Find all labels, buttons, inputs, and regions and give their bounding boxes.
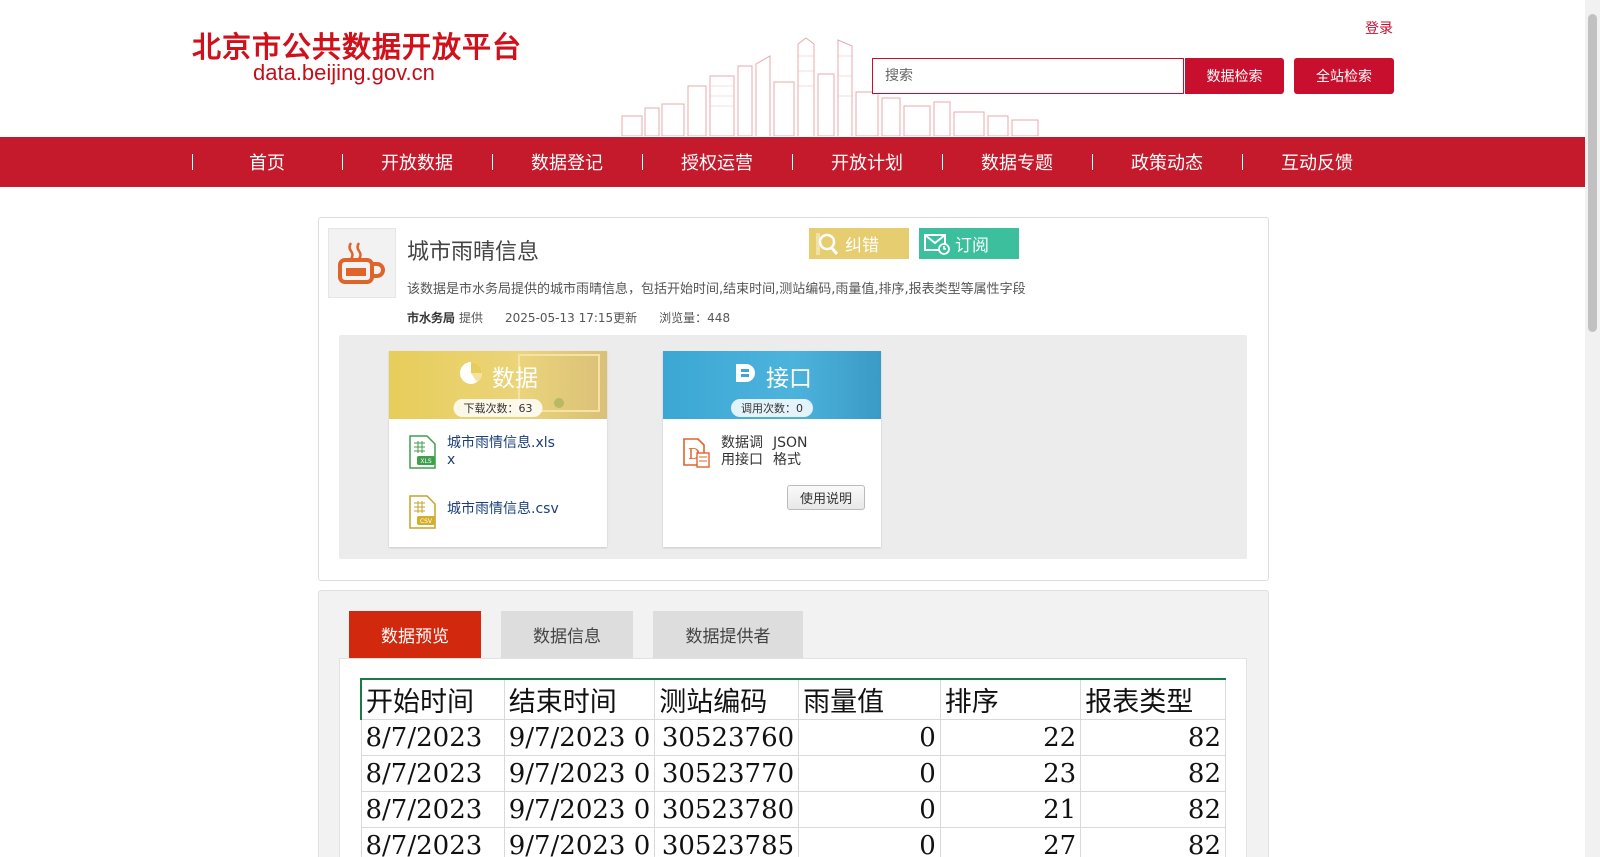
api-document-icon: D [681,437,713,473]
tab-data-preview[interactable]: 数据预览 [349,611,481,658]
table-cell: 8/7/2023 [360,791,505,828]
table-cell: 0 [798,791,941,828]
table-cell: 30523760 [654,719,800,756]
table-cell: 0 [798,719,941,756]
column-header: 开始时间 [360,678,505,720]
nav-item-feedback[interactable]: 互动反馈 [1242,137,1392,187]
nav-item-data-registration[interactable]: 数据登记 [492,137,642,187]
table-cell: 30523770 [654,755,800,792]
tab-data-info[interactable]: 数据信息 [501,611,633,658]
table-row: 8/7/2023 9/7/2023 0 30523770 0 23 82 [360,755,1226,792]
file-link-csv[interactable]: 城市雨情信息.csv [447,501,567,518]
coffee-cup-icon [328,228,396,298]
table-cell: 0 [798,827,941,857]
mail-icon [919,233,955,255]
dataset-meta: 市水务局 提供 2025-05-13 17:15更新 浏览量：448 [407,309,730,326]
table-cell: 82 [1080,791,1226,828]
scrollbar-thumb[interactable] [1588,14,1597,332]
pie-chart-icon [458,360,484,392]
table-cell: 8/7/2023 [360,827,505,857]
correct-button[interactable]: 纠错 [809,228,909,259]
api-plug-icon [732,360,758,392]
svg-text:CSV: CSV [420,518,433,525]
view-count: 浏览量：448 [659,311,731,325]
table-cell: 23 [939,755,1082,792]
data-preview-area: 开始时间 结束时间 测站编码 雨量值 排序 报表类型 8/7/2023 9/7/… [339,658,1247,857]
table-cell: 30523785 [654,827,800,857]
api-format: JSON格式 [773,435,808,468]
api-resource-title: 接口 [766,366,812,392]
table-cell: 9/7/2023 0 [503,827,656,857]
resources-area: 数据 下载次数：63 XLS 城市雨情信息.xlsx CSV 城市雨情信息.cs… [339,335,1247,559]
site-search-button[interactable]: 全站检索 [1294,58,1394,94]
xls-file-icon: XLS [407,435,437,473]
site-url[interactable]: data.beijing.gov.cn [253,60,435,86]
table-cell: 9/7/2023 0 [503,791,656,828]
nav-item-open-data[interactable]: 开放数据 [342,137,492,187]
search-magnifier-icon [809,232,845,256]
table-cell: 27 [939,827,1082,857]
table-row: 8/7/2023 9/7/2023 0 30523785 0 27 82 [360,827,1226,857]
page: 北京市公共数据开放平台 data.beijing.gov.cn 登录 搜索 数据… [0,0,1600,857]
table-cell: 9/7/2023 0 [503,719,656,756]
data-search-button[interactable]: 数据检索 [1185,58,1284,94]
file-csv-row: CSV 城市雨情信息.csv [407,495,567,533]
site-header: 北京市公共数据开放平台 data.beijing.gov.cn 登录 搜索 数据… [0,0,1585,136]
table-row: 8/7/2023 9/7/2023 0 30523760 0 22 82 [360,719,1226,756]
main-nav: 首页 开放数据 数据登记 授权运营 开放计划 数据专题 政策动态 互动反馈 [0,137,1585,187]
csv-file-icon: CSV [407,495,437,533]
table-cell: 82 [1080,755,1226,792]
download-count-badge: 下载次数：63 [453,399,543,417]
update-time: 2025-05-13 17:15更新 [505,311,638,325]
tab-data-provider[interactable]: 数据提供者 [653,611,803,658]
provider-suffix: 提供 [459,311,484,325]
file-xlsx-row: XLS 城市雨情信息.xlsx [407,435,557,473]
data-resource-header: 数据 下载次数：63 [389,351,607,419]
svg-text:XLS: XLS [420,458,431,465]
table-cell: 82 [1080,827,1226,857]
column-header: 测站编码 [654,678,800,720]
preview-table: 开始时间 结束时间 测站编码 雨量值 排序 报表类型 8/7/2023 9/7/… [360,678,1226,857]
dataset-card: 城市雨晴信息 纠错 订阅 该数据是市水务局提供的城市雨晴信息，包括开始时间,结束… [318,217,1269,581]
file-link-xlsx[interactable]: 城市雨情信息.xlsx [447,435,557,469]
page-scrollbar[interactable] [1585,0,1600,857]
table-cell: 8/7/2023 [360,719,505,756]
api-resource-box: 接口 调用次数：0 D 数据调用接口 JSON格式 使用说明 [663,351,881,547]
subscribe-button[interactable]: 订阅 [919,228,1019,259]
dataset-description: 该数据是市水务局提供的城市雨晴信息，包括开始时间,结束时间,测站编码,雨量值,排… [407,282,1026,297]
call-count-badge: 调用次数：0 [731,399,813,417]
correct-label: 纠错 [845,236,879,256]
table-cell: 8/7/2023 [360,755,505,792]
nav-item-data-topics[interactable]: 数据专题 [942,137,1092,187]
table-cell: 9/7/2023 0 [503,755,656,792]
data-resource-title: 数据 [492,366,538,392]
login-link[interactable]: 登录 [1365,18,1393,38]
table-row: 8/7/2023 9/7/2023 0 30523780 0 21 82 [360,791,1226,828]
table-cell: 21 [939,791,1082,828]
usage-instructions-button[interactable]: 使用说明 [787,485,865,510]
dataset-title: 城市雨晴信息 [407,240,540,265]
table-cell: 30523780 [654,791,800,828]
nav-item-authorized-operation[interactable]: 授权运营 [642,137,792,187]
provider-org[interactable]: 市水务局 [407,309,455,326]
api-info: 数据调用接口 JSON格式 [721,435,817,469]
column-header: 报表类型 [1080,678,1226,720]
table-header-row: 开始时间 结束时间 测站编码 雨量值 排序 报表类型 [360,678,1226,720]
nav-item-policy-news[interactable]: 政策动态 [1092,137,1242,187]
table-cell: 0 [798,755,941,792]
data-resource-box: 数据 下载次数：63 XLS 城市雨情信息.xlsx CSV 城市雨情信息.cs… [389,351,607,547]
tabs-panel: 数据预览 数据信息 数据提供者 开始时间 结束时间 测站编码 雨量值 排序 报表… [318,590,1269,857]
table-cell: 22 [939,719,1082,756]
api-name[interactable]: 数据调用接口 [721,435,765,469]
column-header: 雨量值 [798,678,941,720]
column-header: 排序 [939,678,1082,720]
subscribe-label: 订阅 [955,236,989,256]
search-input[interactable] [872,58,1184,94]
table-cell: 82 [1080,719,1226,756]
nav-item-home[interactable]: 首页 [192,137,342,187]
nav-item-open-plan[interactable]: 开放计划 [792,137,942,187]
column-header: 结束时间 [503,678,656,720]
api-resource-header: 接口 调用次数：0 [663,351,881,419]
